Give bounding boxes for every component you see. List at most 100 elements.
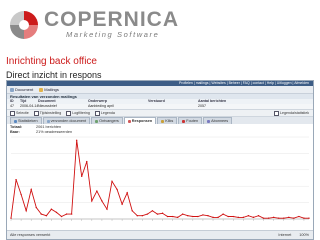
data-point [298, 215, 300, 218]
subscriber-icon [207, 119, 211, 123]
cell-sent [148, 104, 198, 109]
data-point [131, 210, 133, 212]
data-point [50, 208, 53, 210]
data-point [10, 217, 12, 219]
status-text: Alle responses verwerkt [10, 233, 51, 237]
data-point [267, 217, 270, 219]
click-icon [161, 119, 165, 123]
tab-label: Responsen [131, 119, 153, 123]
data-point [308, 217, 310, 219]
data-point [106, 208, 108, 210]
mailings-button[interactable]: Mailings [39, 87, 59, 93]
filter-logfiltering[interactable]: Logfiltering [66, 110, 90, 116]
data-point [60, 215, 63, 218]
brand-name: COPERNICA [44, 8, 180, 31]
data-point [96, 190, 98, 192]
data-point [30, 188, 32, 191]
app-toolbar: Document Mailings [7, 86, 313, 94]
data-point [65, 213, 68, 215]
data-point [70, 213, 73, 215]
data-point [45, 215, 48, 217]
data-point [141, 215, 144, 217]
tab-kliks[interactable]: Kliks [157, 117, 178, 124]
checkbox-icon[interactable] [33, 110, 39, 116]
response-chart-svg [10, 136, 310, 221]
document-label: Document [15, 86, 34, 92]
data-point [257, 215, 260, 217]
tab-verzonden-document[interactable]: verzonden document [42, 117, 91, 124]
data-point [20, 193, 22, 196]
data-point [55, 211, 58, 214]
data-point [146, 213, 149, 215]
data-point [171, 215, 174, 218]
filter-tijdsinstelling[interactable]: Tijdsinstelling [33, 110, 62, 116]
data-point [111, 180, 113, 182]
copernica-logo: COPERNICA Marketing Software [8, 7, 208, 41]
data-point [25, 210, 27, 212]
checkbox-icon[interactable] [274, 110, 280, 116]
status-bar: Alle responses verwerkt Internet 100% [7, 230, 313, 239]
tab-label: Fouten [186, 119, 199, 123]
status-zone: Internet [278, 233, 292, 237]
data-point [151, 210, 154, 212]
tab-label: Abonnees [211, 119, 229, 123]
filter-label: Selectie [16, 111, 29, 115]
data-point [156, 213, 159, 215]
data-point [272, 216, 275, 219]
data-point [81, 175, 83, 178]
legend-toggle[interactable]: Legenda/statistiek [274, 110, 313, 116]
document-button[interactable]: Document [10, 87, 33, 93]
mail-icon [39, 87, 44, 92]
data-point [283, 217, 285, 219]
data-point [182, 213, 184, 215]
mailings-label: Mailings [44, 86, 59, 92]
data-point [277, 217, 280, 219]
tab-label: Kliks [165, 119, 174, 123]
data-point [40, 213, 43, 215]
checkbox-icon[interactable] [94, 110, 100, 116]
filter-legenda[interactable]: Legenda [94, 110, 115, 116]
data-point [252, 216, 255, 219]
data-point [303, 217, 305, 219]
tab-label: verzonden document [50, 119, 87, 123]
data-point [217, 216, 219, 219]
tab-fouten[interactable]: Fouten [178, 117, 203, 124]
data-point [242, 216, 245, 219]
data-point [126, 192, 128, 194]
data-point [222, 213, 224, 215]
data-point [207, 215, 209, 217]
response-icon [127, 119, 131, 123]
slide-subtitle: Direct inzicht in respons [6, 70, 102, 80]
brand-tagline: Marketing Software [66, 30, 160, 39]
data-point [293, 217, 295, 219]
status-zoom[interactable]: 100% [299, 233, 309, 237]
response-chart [7, 133, 313, 231]
document-icon [46, 119, 50, 123]
data-point [15, 178, 17, 181]
filter-label: Logfiltering [72, 111, 90, 115]
checkbox-icon[interactable] [10, 110, 15, 116]
tab-label: Ontvangers [99, 119, 119, 123]
legend-toggle-label: Legenda/statistiek [280, 111, 309, 115]
logo-mark-icon [10, 11, 38, 39]
data-point [116, 188, 118, 191]
cell-time: 2006-04-14 13:00 [20, 104, 38, 108]
data-point [202, 214, 204, 216]
tab-ontvangers[interactable]: Ontvangers [91, 117, 123, 124]
data-point [288, 216, 290, 219]
data-point [212, 216, 214, 219]
error-icon [182, 119, 186, 123]
filter-selectie[interactable]: Selectie [10, 110, 29, 116]
cell-subject: Aanbieding april [88, 104, 114, 108]
filter-label: Tijdsinstelling [39, 111, 62, 115]
data-point [237, 216, 239, 219]
data-point [91, 200, 93, 202]
tab-label: Statistieken [18, 119, 38, 123]
table-row[interactable]: 47 2006-04-14 13:00 Nieuwsbrief Aanbiedi… [7, 104, 313, 109]
slide-title: Inrichting back office [6, 56, 97, 67]
cell-count: 2057 [198, 104, 206, 108]
tab-abonnees[interactable]: Abonnees [203, 117, 233, 124]
tab-statistieken[interactable]: Statistieken [10, 117, 42, 124]
checkbox-icon[interactable] [66, 110, 72, 116]
tab-responsen[interactable]: Responsen [123, 117, 157, 124]
